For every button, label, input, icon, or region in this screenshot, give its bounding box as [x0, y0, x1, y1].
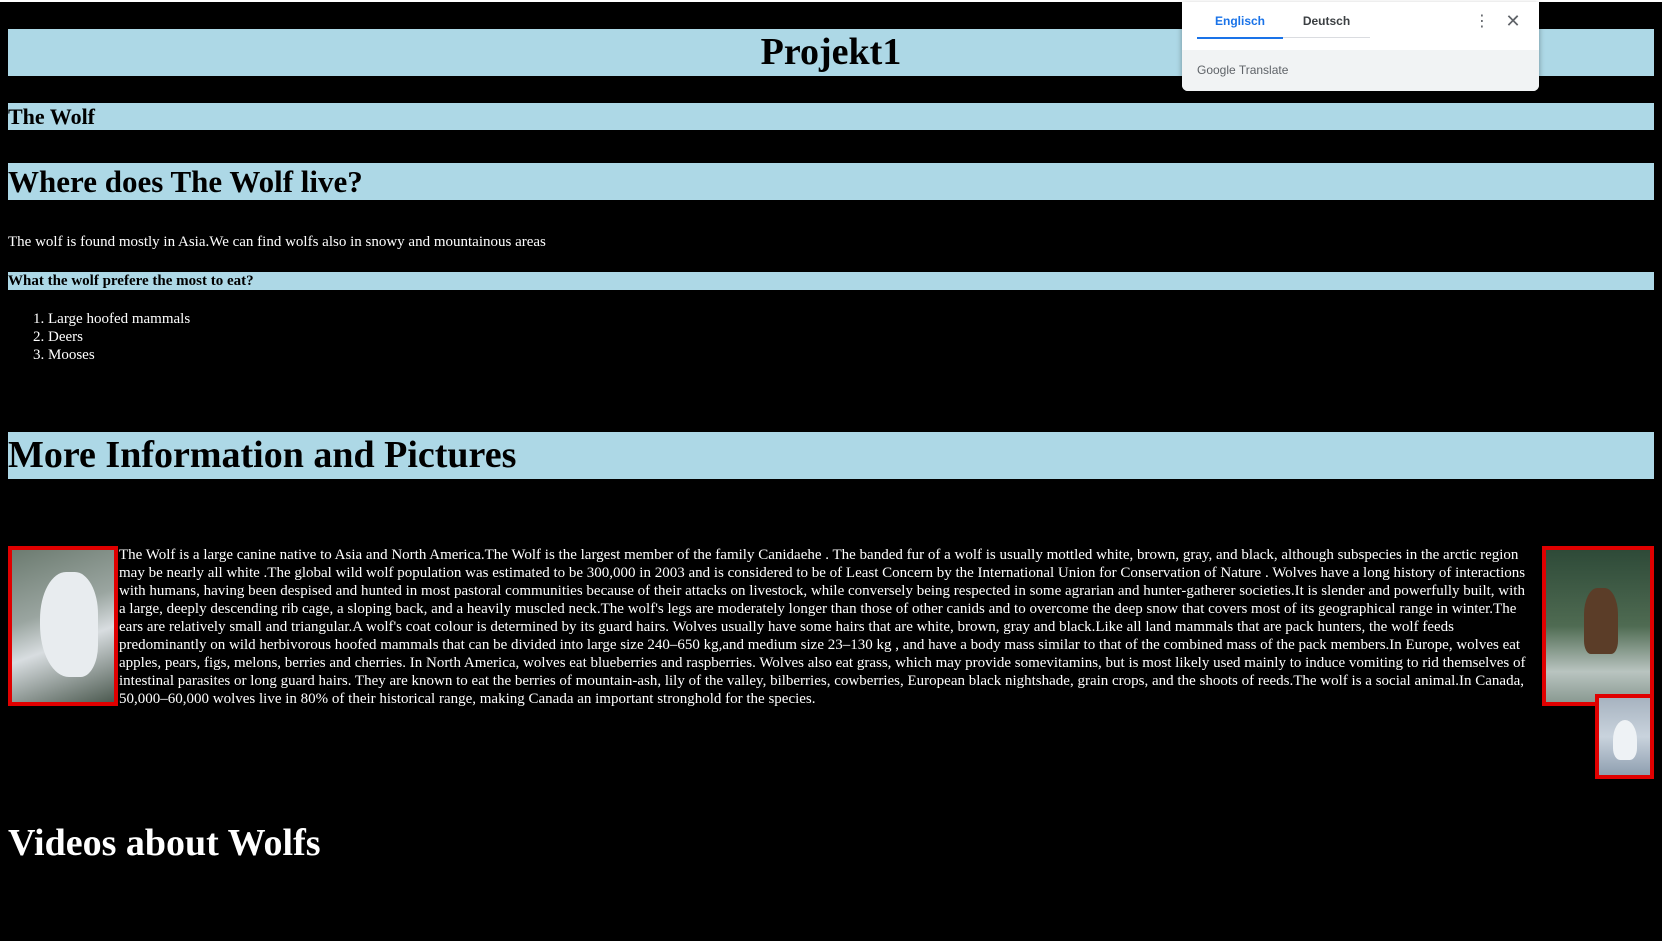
close-icon[interactable]: ✕ [1504, 12, 1522, 30]
more-info-heading: More Information and Pictures [8, 432, 1654, 479]
where-heading: Where does The Wolf live? [8, 163, 1654, 200]
translate-footer: Google Translate [1182, 50, 1539, 91]
language-tabs: Englisch Deutsch [1197, 2, 1542, 39]
wolf-image-snow [1595, 694, 1654, 779]
wolf-image-forest [1542, 546, 1654, 706]
list-item: Deers [48, 328, 190, 346]
where-paragraph: The wolf is found mostly in Asia.We can … [8, 234, 546, 250]
list-item: Mooses [48, 346, 190, 364]
food-list: Large hoofed mammals Deers Mooses [8, 310, 190, 364]
tab-deutsch[interactable]: Deutsch [1283, 2, 1370, 38]
google-translate-logo: Google Translate [1197, 63, 1289, 77]
subtitle-heading: The Wolf [8, 103, 1654, 130]
eat-heading: What the wolf prefere the most to eat? [8, 272, 1654, 290]
list-item: Large hoofed mammals [48, 310, 190, 328]
wolf-image-white [8, 546, 118, 706]
info-paragraph: The Wolf is a large canine native to Asi… [119, 547, 1526, 707]
more-vert-icon[interactable]: ⋮ [1474, 13, 1490, 31]
tab-englisch[interactable]: Englisch [1197, 2, 1283, 39]
google-translate-popup: Englisch Deutsch ⋮ ✕ Google Translate [1182, 2, 1539, 91]
videos-heading: Videos about Wolfs [8, 822, 321, 864]
info-section: The Wolf is a large canine native to Asi… [8, 546, 1654, 779]
